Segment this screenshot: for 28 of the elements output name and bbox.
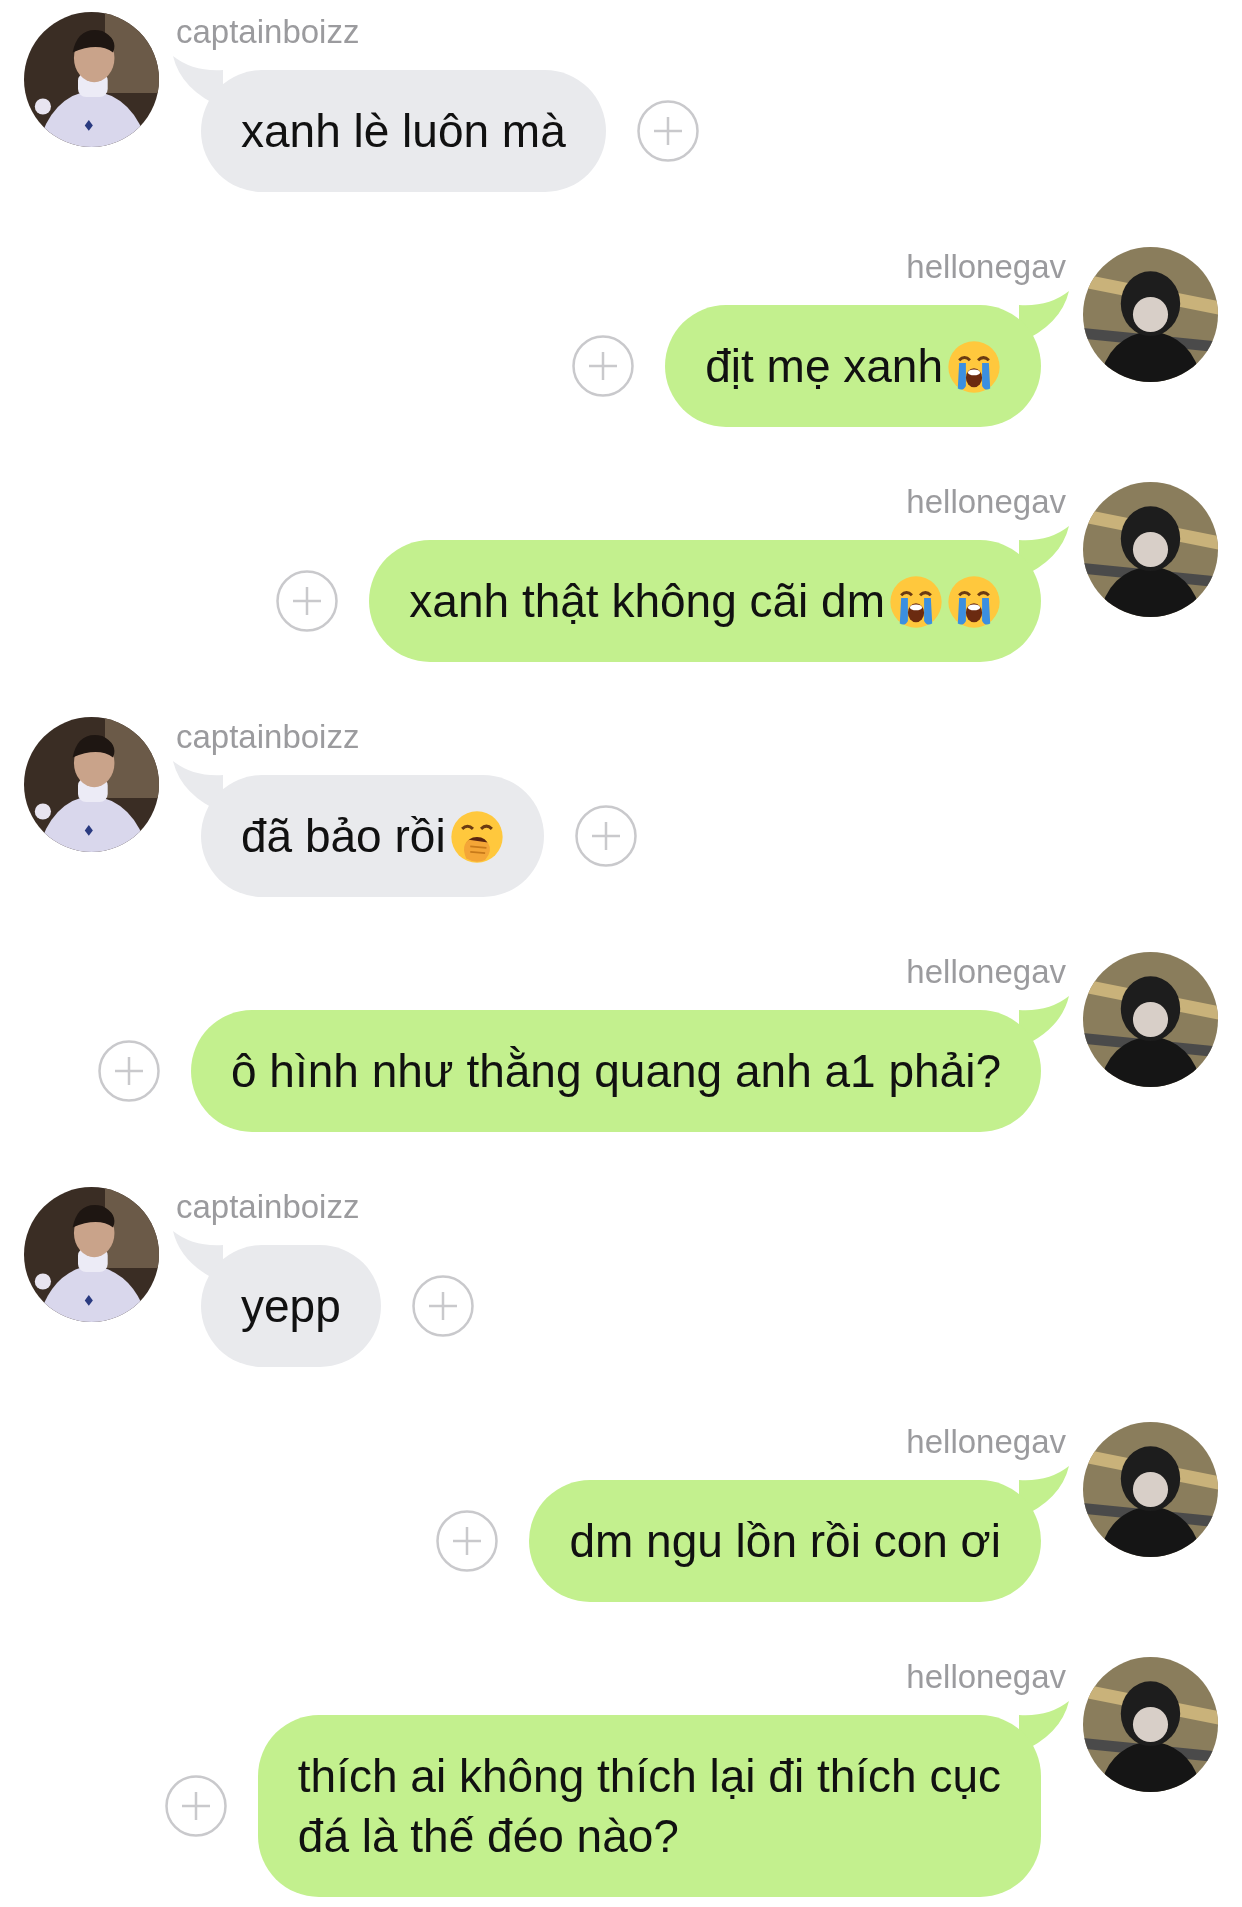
add-reaction-icon[interactable] [275, 569, 340, 633]
message-text: địt mẹ xanh [705, 340, 943, 392]
message-text: ô hình như thằng quang anh a1 phải? [230, 1045, 1001, 1097]
message-text: thích ai không thích lại đi thích cục đá là thế đéo nào? [297, 1750, 1001, 1862]
add-reaction-icon[interactable] [163, 1774, 228, 1838]
add-reaction-icon[interactable] [96, 1039, 161, 1103]
sender-name: hellonegav [906, 952, 1066, 992]
sender-name: hellonegav [906, 482, 1066, 522]
message-text: đã bảo rồi [241, 810, 446, 862]
message-text: yepp [241, 1280, 341, 1332]
add-reaction-icon[interactable] [635, 99, 700, 163]
add-reaction-icon[interactable] [571, 334, 636, 398]
message-text: xanh lè luôn mà [241, 105, 566, 157]
sender-name: captainboizz [176, 1187, 361, 1227]
sender-name: hellonegav [906, 1657, 1066, 1697]
sender-name: captainboizz [176, 717, 361, 757]
add-reaction-icon[interactable] [410, 1274, 475, 1338]
message-text: xanh thật không cãi dm [409, 575, 885, 627]
add-reaction-icon[interactable] [435, 1509, 500, 1573]
yawning-face-icon [449, 810, 504, 864]
crying-face-icon [889, 575, 943, 629]
add-reaction-icon[interactable] [573, 804, 638, 868]
sender-name: hellonegav [906, 247, 1066, 287]
sender-name: hellonegav [906, 1422, 1066, 1462]
sender-name: captainboizz [176, 12, 361, 52]
crying-face-icon [947, 340, 1001, 394]
message-text: dm ngu lồn rồi con ơi [569, 1515, 1001, 1567]
crying-face-icon [947, 575, 1001, 629]
